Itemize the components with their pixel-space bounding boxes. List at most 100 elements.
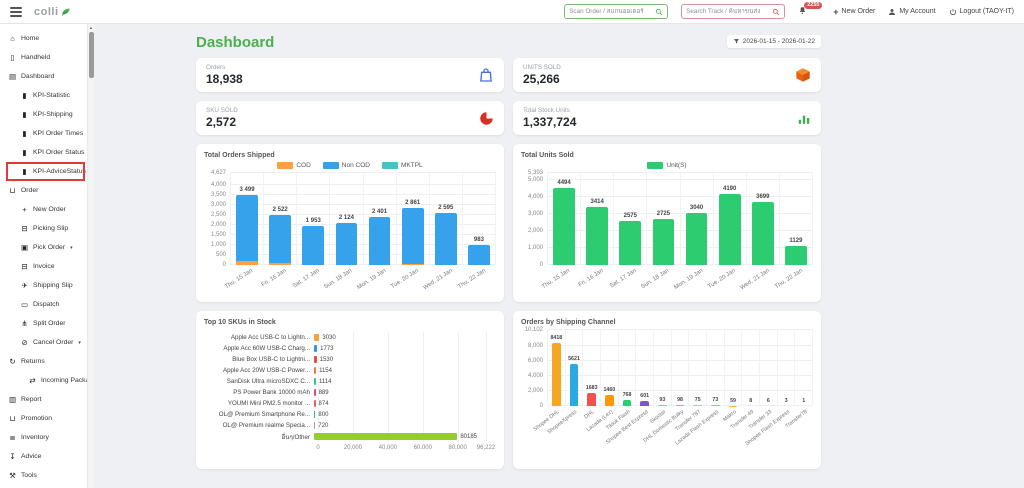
bar-slot: 2 124 — [330, 173, 363, 265]
sidebar-item-tools[interactable]: ⚒ Tools — [0, 466, 94, 485]
sidebar-item-dashboard[interactable]: ▤ Dashboard — [0, 67, 94, 86]
y-tick-label: 500 — [216, 252, 226, 258]
sidebar-item-shipping-slip[interactable]: ✈ Shipping Slip — [0, 276, 94, 295]
sidebar-item-split-order[interactable]: ⋔ Split Order — [0, 314, 94, 333]
value-label: 2 124 — [326, 215, 366, 221]
y-tick-label: 8,000 — [528, 343, 543, 349]
value-label: 800 — [318, 412, 328, 418]
sidebar-item-handheld[interactable]: ▯ Handheld — [0, 48, 94, 67]
legend-item: COD — [277, 162, 310, 169]
bar-slot: 59 — [725, 330, 743, 406]
logo[interactable]: colli — [34, 6, 71, 18]
scan-order-search[interactable] — [564, 4, 668, 19]
sidebar-item-incoming-package[interactable]: ⇄ Incoming Package — [0, 371, 94, 390]
notification-badge: 2255 — [804, 2, 822, 10]
sidebar-item-order[interactable]: ⊔ Order — [0, 181, 94, 200]
bar — [570, 364, 579, 406]
bar-slot: 75 — [689, 330, 707, 406]
swap-icon: ⇄ — [28, 376, 37, 385]
value-label: 3 499 — [227, 187, 267, 193]
kpi-card-sku-sold: SKU SOLD 2,572 — [196, 101, 504, 135]
value-label: 983 — [459, 237, 499, 243]
x-tick-label: 96,222 — [477, 445, 495, 451]
sidebar-item-picking-slip[interactable]: ⊟ Picking Slip — [0, 219, 94, 238]
track-search[interactable] — [681, 4, 785, 19]
search-icon[interactable] — [772, 8, 780, 16]
legend-label: Unit(S) — [666, 162, 686, 169]
sidebar-item-cancel-order[interactable]: ⊘ Cancel Order ▾ — [0, 333, 94, 352]
sidebar-item-kpi-advicestatus[interactable]: ▮ KPI-AdviceStatus — [0, 162, 94, 181]
bar-slot: 98 — [672, 330, 690, 406]
kpi-card-units-sold: UNITS SOLD 25,266 — [513, 58, 821, 92]
search-icon[interactable] — [655, 8, 663, 16]
inventory-icon: ≣ — [8, 433, 17, 442]
bar-segment — [236, 195, 258, 261]
sidebar-item-new-order[interactable]: + New Order — [0, 200, 94, 219]
leaf-icon — [61, 7, 71, 17]
orders-by-shipping-channel-chart: 02,0004,0006,0008,00010,1028418562116831… — [521, 330, 813, 452]
sidebar-item-kpi-statistic[interactable]: ▮ KPI-Statistic — [0, 86, 94, 105]
sidebar-item-home[interactable]: ⌂ Home — [0, 29, 94, 48]
kpi-label: Total Stock Units — [523, 107, 576, 114]
sidebar-item-kpi-order-status[interactable]: ▮ KPI Order Status — [0, 143, 94, 162]
category-label: PS Power Bank 10000 mAh — [204, 389, 314, 396]
legend-label: COD — [296, 162, 310, 169]
bar-slot: 6 — [760, 330, 778, 406]
bar — [314, 378, 316, 385]
bar — [336, 223, 358, 265]
sidebar-item-kpi-shipping[interactable]: ▮ KPI-Shipping — [0, 105, 94, 124]
date-range-filter[interactable]: 2026-01-15 - 2026-01-22 — [727, 35, 821, 48]
scan-order-input[interactable] — [569, 8, 655, 15]
sidebar-item-kpi-order-times[interactable]: ▮ KPI Order Times — [0, 124, 94, 143]
notifications-button[interactable]: 2255 — [798, 5, 820, 19]
bar-segment — [435, 213, 457, 265]
split-icon: ⋔ — [20, 319, 29, 328]
plus-icon: + — [833, 7, 838, 17]
sidebar-item-pick-order[interactable]: ▣ Pick Order ▾ — [0, 238, 94, 257]
y-tick-label: 6,000 — [528, 358, 543, 364]
plot-area: 841856211683146076860193987573598631 — [547, 330, 813, 406]
value-label: 1530 — [320, 357, 333, 363]
scroll-up-icon[interactable]: ▲ — [88, 25, 94, 30]
bar — [468, 245, 490, 265]
category-label: Fri. 16 Jan — [577, 268, 604, 288]
bar-row: Apple Acc 60W USB-C Charg...1773 — [204, 343, 496, 354]
sidebar-item-invoice[interactable]: ⊟ Invoice — [0, 257, 94, 276]
value-label: 1773 — [320, 346, 333, 352]
bar-slot: 5621 — [566, 330, 584, 406]
x-tick-label: 20,000 — [344, 445, 362, 451]
bar-segment — [369, 217, 391, 265]
legend-item: MKTPL — [382, 162, 423, 169]
sidebar-item-dispatch[interactable]: ▭ Dispatch — [0, 295, 94, 314]
bar-segment — [302, 226, 324, 265]
track-search-input[interactable] — [686, 8, 772, 15]
new-order-button[interactable]: + New Order — [833, 7, 875, 17]
sidebar-menu: ⌂ Home ▯ Handheld ▤ Dashboard ▮ KPI-Stat… — [0, 24, 94, 488]
logout-button[interactable]: Logout (TAOY-IT) — [949, 8, 1014, 16]
legend-item: Non COD — [323, 162, 370, 169]
menu-icon[interactable] — [10, 5, 22, 19]
bar-row: SanDisk Ultra microSDXC C...1114 — [204, 376, 496, 387]
sidebar-item-advice[interactable]: ↧ Advice — [0, 447, 94, 466]
legend-item: Unit(S) — [647, 162, 686, 169]
sidebar-item-returns[interactable]: ↻ Returns — [0, 352, 94, 371]
bar — [435, 213, 457, 265]
panel-title: Total Units Sold — [521, 152, 813, 159]
bar-slot: 601 — [636, 330, 654, 406]
sidebar-item-inventory[interactable]: ≣ Inventory — [0, 428, 94, 447]
bar — [752, 202, 774, 265]
bar-row: OL@ Premium realme Specia...720 — [204, 420, 496, 431]
my-account-button[interactable]: My Account — [888, 8, 935, 16]
pie-chart-icon — [479, 111, 494, 126]
scrollbar-thumb[interactable] — [89, 32, 94, 78]
sidebar-item-promotion[interactable]: ⊔ Promotion — [0, 409, 94, 428]
bar-slot: 2 595 — [430, 173, 463, 265]
kpi-value: 1,337,724 — [523, 115, 576, 129]
sidebar-item-report[interactable]: ▥ Report — [0, 390, 94, 409]
dashboard-icon: ▤ — [8, 72, 17, 81]
bar-segment — [619, 221, 641, 265]
bar-slot: 93 — [654, 330, 672, 406]
bar-slot: 8418 — [547, 330, 566, 406]
value-label: 3414 — [577, 199, 617, 205]
sidebar-scrollbar[interactable]: ▲ — [87, 24, 94, 488]
